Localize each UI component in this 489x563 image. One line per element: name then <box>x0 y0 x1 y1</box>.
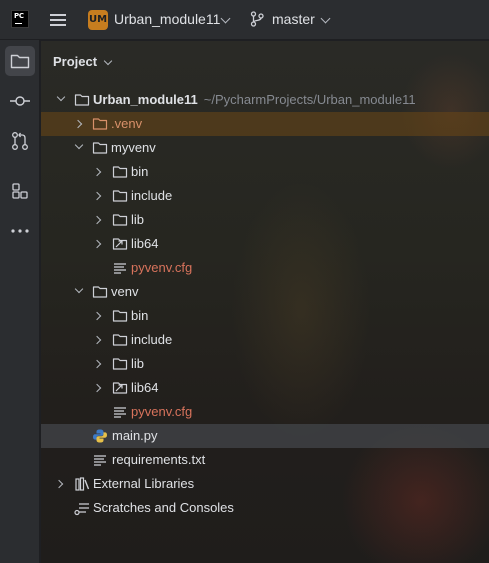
chevron-right-icon[interactable] <box>92 167 102 177</box>
tree-row-myvenv-cfg[interactable]: pyvenv.cfg <box>41 256 489 280</box>
project-panel: Project Urban_module11 ~/PycharmProjects/… <box>41 41 489 563</box>
tree-label: bin <box>131 164 149 179</box>
chevron-right-icon[interactable] <box>73 119 83 129</box>
tree-label: External Libraries <box>93 476 195 491</box>
tree-row-dot-venv[interactable]: .venv <box>41 112 489 136</box>
folder-icon <box>112 310 128 322</box>
chevron-right-icon[interactable] <box>92 215 102 225</box>
more-tools-button[interactable] <box>5 216 35 246</box>
structure-tool-button[interactable] <box>5 176 35 206</box>
tree-label: bin <box>131 308 149 323</box>
tree-label: .venv <box>111 116 143 131</box>
chevron-down-icon[interactable] <box>220 13 231 24</box>
excluded-folder-icon <box>92 118 108 130</box>
tree-label: venv <box>111 284 139 299</box>
root-folder-path: ~/PycharmProjects/Urban_module11 <box>203 92 416 107</box>
tree-label: pyvenv.cfg <box>131 260 193 275</box>
library-icon <box>75 477 90 491</box>
tree-row-venv[interactable]: venv <box>41 280 489 304</box>
chevron-right-icon[interactable] <box>92 239 102 249</box>
pull-requests-tool-button[interactable] <box>5 126 35 156</box>
tree-label: lib64 <box>131 380 159 395</box>
branch-switcher[interactable]: master <box>272 11 315 27</box>
commit-icon <box>10 96 30 106</box>
chevron-down-icon[interactable] <box>320 13 331 24</box>
tree-row-requirements[interactable]: requirements.txt <box>41 448 489 472</box>
tree-label: lib <box>131 212 145 227</box>
folder-icon <box>112 166 128 178</box>
tree-row-venv-lib64[interactable]: lib64 <box>41 376 489 400</box>
project-switcher[interactable]: Urban_module11 <box>114 11 220 27</box>
folder-icon <box>92 142 108 154</box>
root-folder-name: Urban_module11 <box>93 92 198 107</box>
folder-icon <box>112 190 128 202</box>
chevron-right-icon[interactable] <box>92 335 102 345</box>
project-badge[interactable]: UM <box>88 10 108 30</box>
chevron-right-icon[interactable] <box>54 479 64 489</box>
chevron-right-icon[interactable] <box>92 359 102 369</box>
chevron-right-icon[interactable] <box>92 191 102 201</box>
tree-row-myvenv-include[interactable]: include <box>41 184 489 208</box>
text-file-icon <box>94 455 106 466</box>
tree-label: Scratches and Consoles <box>93 500 234 515</box>
tree-label: requirements.txt <box>112 452 206 467</box>
tree-label: lib <box>131 356 145 371</box>
symlink-folder-icon <box>112 238 128 250</box>
folder-icon <box>112 334 128 346</box>
tree-label: Urban_module11 ~/PycharmProjects/Urban_mo… <box>93 92 416 107</box>
folder-icon <box>112 214 128 226</box>
title-bar: PC UM Urban_module11 master <box>0 0 489 40</box>
python-file-icon <box>93 429 107 443</box>
scratches-icon <box>74 503 89 516</box>
tree-label: main.py <box>112 428 158 443</box>
tree-row-venv-include[interactable]: include <box>41 328 489 352</box>
chevron-down-icon[interactable] <box>103 56 113 66</box>
tree-label: myvenv <box>111 140 156 155</box>
app-logo-text: PC <box>14 12 24 20</box>
chevron-right-icon[interactable] <box>92 311 102 321</box>
tree-row-venv-cfg[interactable]: pyvenv.cfg <box>41 400 489 424</box>
tree-row-external-libraries[interactable]: External Libraries <box>41 472 489 496</box>
commit-tool-button[interactable] <box>5 86 35 116</box>
chevron-down-icon[interactable] <box>74 140 84 150</box>
tree-row-venv-lib[interactable]: lib <box>41 352 489 376</box>
text-file-icon <box>114 407 126 418</box>
symlink-folder-icon <box>112 382 128 394</box>
tree-label: include <box>131 332 173 347</box>
tree-row-myvenv[interactable]: myvenv <box>41 136 489 160</box>
tree-label: pyvenv.cfg <box>131 404 193 419</box>
tree-row-scratches[interactable]: Scratches and Consoles <box>41 496 489 520</box>
tool-window-bar <box>0 40 40 563</box>
chevron-down-icon[interactable] <box>56 92 66 102</box>
project-tool-button[interactable] <box>5 46 35 76</box>
chevron-right-icon[interactable] <box>92 383 102 393</box>
tree-row-myvenv-bin[interactable]: bin <box>41 160 489 184</box>
more-icon <box>11 229 29 233</box>
pull-request-icon <box>12 132 28 150</box>
tree-row-root[interactable]: Urban_module11 ~/PycharmProjects/Urban_mo… <box>41 88 489 112</box>
structure-icon <box>12 183 28 199</box>
folder-icon <box>92 286 108 298</box>
git-branch-icon[interactable] <box>250 11 264 27</box>
tree-row-main-py[interactable]: main.py <box>41 424 489 448</box>
main-menu-icon[interactable] <box>50 13 68 27</box>
chevron-down-icon[interactable] <box>74 284 84 294</box>
folder-icon <box>74 94 90 106</box>
tree-row-myvenv-lib64[interactable]: lib64 <box>41 232 489 256</box>
tree-row-myvenv-lib[interactable]: lib <box>41 208 489 232</box>
folder-icon <box>10 54 30 69</box>
tree-row-venv-bin[interactable]: bin <box>41 304 489 328</box>
pycharm-logo-icon[interactable]: PC <box>11 10 29 28</box>
panel-title[interactable]: Project <box>53 54 97 69</box>
text-file-icon <box>114 263 126 274</box>
tree-label: include <box>131 188 173 203</box>
tree-label: lib64 <box>131 236 159 251</box>
folder-icon <box>112 358 128 370</box>
